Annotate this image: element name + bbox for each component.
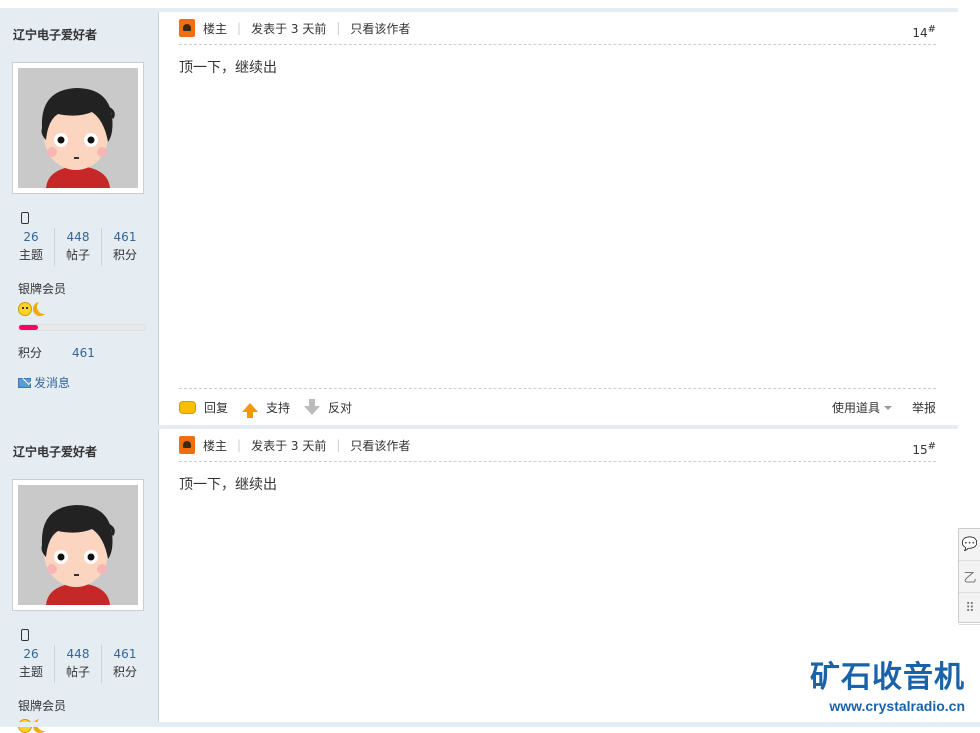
floor-number[interactable]: 14#: [912, 24, 936, 40]
post-header: 楼主 | 发表于 3 天前 | 只看该作者 14#: [179, 12, 936, 45]
author-sidebar: 辽宁电子爱好者 26 主题 448 帖子 461 积分: [0, 429, 159, 733]
chevron-down-icon: [883, 406, 892, 410]
feedback-icon[interactable]: 💬: [959, 529, 980, 561]
member-rank: 银牌会员: [18, 699, 67, 713]
post-14: 辽宁电子爱好者 26 主题 448 帖子 461 积分 银牌会员 积分 461 …: [0, 8, 958, 425]
grid-icon[interactable]: ⠿: [959, 593, 980, 625]
stat-threads[interactable]: 26 主题: [8, 228, 55, 266]
post-body: 顶一下，继续出: [179, 477, 277, 493]
stat-posts[interactable]: 448 帖子: [55, 645, 102, 683]
level-progress: [18, 324, 146, 331]
thumb-up-arrow-icon: [242, 402, 259, 418]
author-sidebar: 辽宁电子爱好者 26 主题 448 帖子 461 积分: [0, 12, 159, 425]
avatar[interactable]: [12, 62, 144, 194]
use-tool-dropdown[interactable]: 使用道具: [832, 399, 892, 416]
avatar[interactable]: [12, 479, 144, 611]
watermark-url: www.crystalradio.cn: [829, 698, 965, 714]
score-row: 积分 461: [18, 346, 95, 360]
author-name[interactable]: 辽宁电子爱好者: [13, 443, 97, 460]
member-rank: 银牌会员: [18, 282, 67, 296]
stat-points[interactable]: 461 积分: [102, 645, 148, 683]
level-icons: [18, 302, 47, 316]
stat-threads[interactable]: 26 主题: [8, 645, 55, 683]
send-message-link[interactable]: 发消息: [18, 374, 70, 391]
post-actions: 回复 支持 反对 使用道具 举报: [179, 388, 936, 425]
report-link[interactable]: 举报: [912, 399, 936, 416]
author-name[interactable]: 辽宁电子爱好者: [13, 26, 97, 43]
reply-icon: [179, 400, 196, 414]
watermark-name: 矿石收音机: [810, 660, 965, 695]
sun-icon: [18, 302, 32, 316]
stat-posts[interactable]: 448 帖子: [55, 228, 102, 266]
only-author-link[interactable]: 只看该作者: [350, 20, 410, 37]
support-button[interactable]: 支持: [242, 399, 290, 418]
thumb-down-arrow-icon: [304, 398, 321, 415]
bottom-divider: [0, 722, 980, 727]
mobile-icon: [21, 629, 29, 641]
author-stats: 26 主题 448 帖子 461 积分: [8, 645, 148, 683]
share-icon[interactable]: 乙: [959, 561, 980, 593]
post-body: 顶一下，继续出: [179, 60, 277, 76]
thread-starter-label: 楼主: [203, 438, 228, 453]
stat-points[interactable]: 461 积分: [102, 228, 148, 266]
floor-number[interactable]: 15#: [912, 441, 936, 457]
moon-icon: [33, 302, 47, 316]
floating-toolbar: 💬 乙 ⠿: [958, 528, 980, 625]
author-stats: 26 主题 448 帖子 461 积分: [8, 228, 148, 266]
thread-starter-icon: [179, 436, 195, 454]
site-watermark: 矿石收音机 www.crystalradio.cn: [810, 660, 965, 715]
thread-starter-icon: [179, 19, 195, 37]
post-header: 楼主 | 发表于 3 天前 | 只看该作者 15#: [179, 429, 936, 462]
only-author-link[interactable]: 只看该作者: [350, 437, 410, 454]
mail-icon: [18, 377, 31, 388]
post-time: 发表于 3 天前: [251, 21, 327, 36]
thread-starter-label: 楼主: [203, 21, 228, 36]
post-time: 发表于 3 天前: [251, 438, 327, 453]
reply-button[interactable]: 回复: [179, 399, 228, 416]
mobile-icon: [21, 212, 29, 224]
oppose-button[interactable]: 反对: [304, 398, 352, 416]
